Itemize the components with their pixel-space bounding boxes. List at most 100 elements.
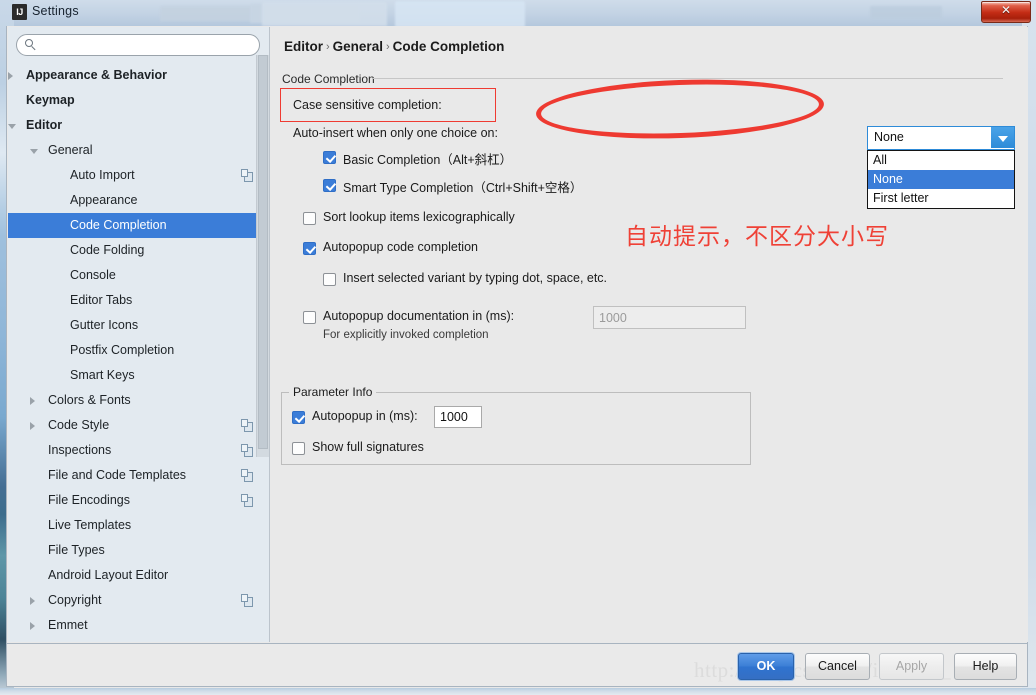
- chevron-down-icon[interactable]: [991, 127, 1014, 148]
- autopopup-documentation-input[interactable]: [593, 306, 746, 329]
- sidebar-item-label: File and Code Templates: [48, 468, 187, 482]
- autopopup-documentation-hint: For explicitly invoked completion: [323, 329, 489, 341]
- sidebar-item-label: Gutter Icons: [70, 318, 139, 332]
- breadcrumb: Editor › General › Code Completion: [284, 39, 504, 54]
- sidebar-item-label: Colors & Fonts: [48, 393, 131, 407]
- sidebar-item-editor[interactable]: Editor: [8, 113, 269, 138]
- dropdown-option[interactable]: All: [868, 151, 1014, 170]
- settings-content: Editor › General › Code Completion Code Comp…: [271, 27, 1028, 642]
- sidebar-item-label: Code Completion: [70, 218, 167, 232]
- insert-variant-checkbox[interactable]: [323, 273, 336, 286]
- copy-settings-icon[interactable]: [241, 594, 254, 607]
- show-full-signatures-label[interactable]: Show full signatures: [312, 440, 424, 454]
- chevron-right-icon[interactable]: [8, 72, 13, 80]
- sidebar-item-emmet[interactable]: Emmet: [8, 613, 269, 638]
- show-full-signatures-checkbox[interactable]: [292, 442, 305, 455]
- ide-background-bottom-edge: [0, 688, 1036, 695]
- autopopup-documentation-checkbox[interactable]: [303, 311, 316, 324]
- sidebar-item-label: Editor Tabs: [70, 293, 133, 307]
- sidebar-item-label: General: [48, 143, 93, 157]
- basic-completion-label[interactable]: Basic Completion（Alt+斜杠）: [343, 149, 512, 168]
- settings-sidebar: Appearance & Behavior Keymap Editor General…: [8, 27, 270, 642]
- sidebar-item-auto-import[interactable]: Auto Import: [8, 163, 269, 188]
- sidebar-item-gutter-icons[interactable]: Gutter Icons: [8, 313, 269, 338]
- chevron-right-icon[interactable]: [30, 622, 35, 630]
- parameter-autopopup-input[interactable]: [434, 406, 482, 428]
- sidebar-search[interactable]: [16, 34, 260, 56]
- chevron-right-icon[interactable]: [30, 597, 35, 605]
- chevron-down-icon[interactable]: [30, 149, 38, 154]
- insert-variant-label[interactable]: Insert selected variant by typing dot, s…: [343, 271, 607, 285]
- settings-dialog: IJ Settings Appearance & Behavior Keymap E…: [6, 0, 1030, 688]
- sidebar-item-copyright[interactable]: Copyright: [8, 588, 269, 613]
- sidebar-item-appearance-behavior[interactable]: Appearance & Behavior: [8, 63, 269, 88]
- sidebar-item-label: Auto Import: [70, 168, 135, 182]
- sidebar-item-file-types[interactable]: File Types: [8, 538, 269, 563]
- sidebar-item-code-folding[interactable]: Code Folding: [8, 238, 269, 263]
- chevron-right-icon[interactable]: [30, 397, 35, 405]
- sidebar-item-editor-tabs[interactable]: Editor Tabs: [8, 288, 269, 313]
- cancel-button[interactable]: Cancel: [805, 653, 870, 680]
- parameter-info-panel: [281, 392, 751, 465]
- sidebar-item-smart-keys[interactable]: Smart Keys: [8, 363, 269, 388]
- sidebar-item-file-encodings[interactable]: File Encodings: [8, 488, 269, 513]
- sidebar-item-label: Smart Keys: [70, 368, 135, 382]
- basic-completion-checkbox[interactable]: [323, 151, 336, 164]
- smart-type-completion-checkbox[interactable]: [323, 179, 336, 192]
- sidebar-item-label: Appearance: [70, 193, 138, 207]
- sidebar-item-label: Copyright: [48, 593, 102, 607]
- sidebar-item-label: File Types: [48, 543, 105, 557]
- chevron-right-icon[interactable]: [30, 422, 35, 430]
- sidebar-item-appearance[interactable]: Appearance: [8, 188, 269, 213]
- sidebar-item-label: Live Templates: [48, 518, 132, 532]
- autopopup-code-completion-label[interactable]: Autopopup code completion: [323, 240, 478, 254]
- sort-lookup-checkbox[interactable]: [303, 212, 316, 225]
- sidebar-scrollbar[interactable]: [256, 55, 269, 457]
- sidebar-item-colors-fonts[interactable]: Colors & Fonts: [8, 388, 269, 413]
- sidebar-item-keymap[interactable]: Keymap: [8, 88, 269, 113]
- app-icon: IJ: [12, 4, 27, 20]
- sidebar-item-console[interactable]: Console: [8, 263, 269, 288]
- sidebar-item-code-completion[interactable]: Code Completion: [8, 213, 269, 238]
- sort-lookup-label[interactable]: Sort lookup items lexicographically: [323, 210, 515, 224]
- breadcrumb-sep-2: ›: [385, 41, 390, 53]
- copy-settings-icon[interactable]: [241, 494, 254, 507]
- copy-settings-icon[interactable]: [241, 444, 254, 457]
- sidebar-item-android-layout-editor[interactable]: Android Layout Editor: [8, 563, 269, 588]
- search-icon: [25, 39, 36, 51]
- case-sensitive-combobox[interactable]: None: [867, 126, 1015, 150]
- ok-button[interactable]: OK: [738, 653, 794, 680]
- parameter-info-title: Parameter Info: [289, 385, 377, 399]
- smart-type-completion-label[interactable]: Smart Type Completion（Ctrl+Shift+空格）: [343, 177, 582, 196]
- sidebar-item-live-templates[interactable]: Live Templates: [8, 513, 269, 538]
- combobox-dropdown-list[interactable]: All None First letter: [867, 150, 1015, 209]
- autopopup-documentation-label[interactable]: Autopopup documentation in (ms):: [323, 309, 514, 323]
- sidebar-item-postfix-completion[interactable]: Postfix Completion: [8, 338, 269, 363]
- help-button[interactable]: Help: [954, 653, 1017, 680]
- sidebar-scrollbar-thumb[interactable]: [258, 55, 268, 449]
- sidebar-item-general[interactable]: General: [8, 138, 269, 163]
- copy-settings-icon[interactable]: [241, 169, 254, 182]
- sidebar-item-file-and-code-templates[interactable]: File and Code Templates: [8, 463, 269, 488]
- copy-settings-icon[interactable]: [241, 469, 254, 482]
- annotation-text: 自动提示，不区分大小写: [625, 224, 889, 250]
- sidebar-item-label: Console: [70, 268, 116, 282]
- apply-button: Apply: [879, 653, 944, 680]
- sidebar-item-inspections[interactable]: Inspections: [8, 438, 269, 463]
- parameter-autopopup-label[interactable]: Autopopup in (ms):: [312, 409, 418, 423]
- dialog-titlebar: IJ Settings: [6, 0, 1030, 26]
- settings-tree: Appearance & Behavior Keymap Editor General…: [8, 63, 269, 642]
- copy-settings-icon[interactable]: [241, 419, 254, 432]
- close-icon[interactable]: [981, 1, 1031, 23]
- dropdown-option[interactable]: None: [868, 170, 1014, 189]
- sidebar-item-code-style[interactable]: Code Style: [8, 413, 269, 438]
- parameter-autopopup-checkbox[interactable]: [292, 411, 305, 424]
- breadcrumb-part-editor[interactable]: Editor: [284, 39, 323, 54]
- group-title-code-completion: Code Completion: [278, 72, 379, 86]
- dropdown-option[interactable]: First letter: [868, 189, 1014, 208]
- autopopup-code-completion-checkbox[interactable]: [303, 242, 316, 255]
- breadcrumb-part-general[interactable]: General: [333, 39, 383, 54]
- search-input[interactable]: [40, 36, 258, 55]
- chevron-down-icon[interactable]: [8, 124, 16, 129]
- sidebar-item-label: Code Style: [48, 418, 110, 432]
